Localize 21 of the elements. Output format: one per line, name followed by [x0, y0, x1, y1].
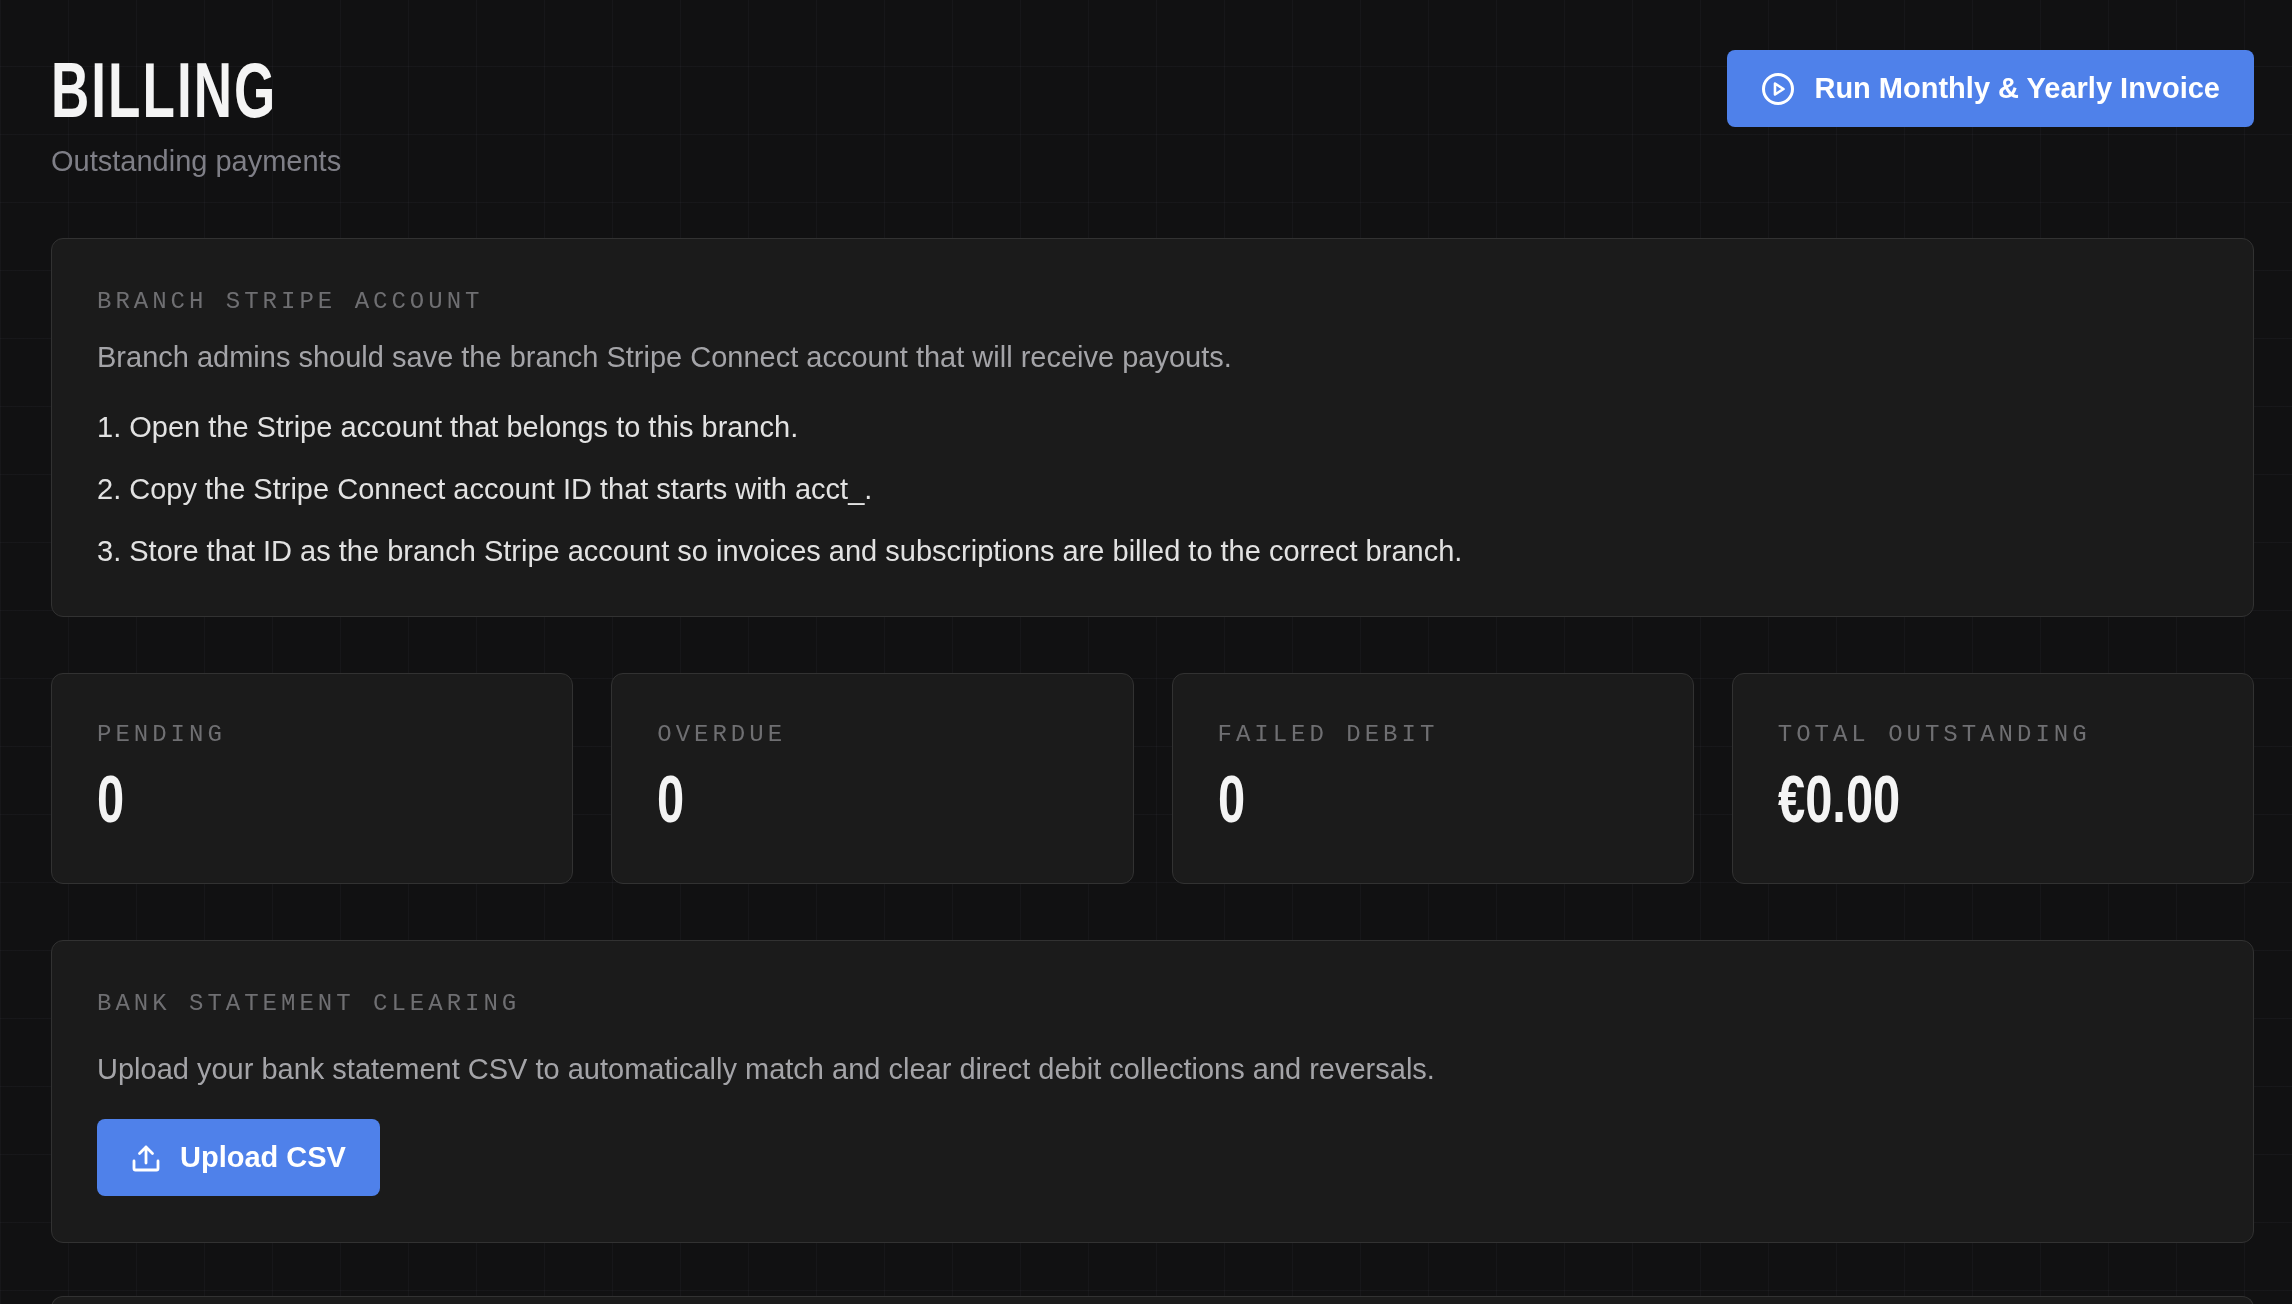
step-text: 2. Copy the Stripe Connect account ID that starts with acct_.: [97, 472, 874, 507]
card-heading: BRANCH STRIPE ACCOUNT: [97, 287, 485, 316]
stat-value: 0: [657, 766, 685, 832]
stat-value: €0.00: [1777, 766, 1900, 832]
stat-label: FAILED DEBIT: [1217, 720, 1440, 749]
page-subtitle: Outstanding payments: [51, 144, 342, 179]
run-invoice-button[interactable]: Run Monthly & Yearly Invoice: [1727, 50, 2254, 127]
page-title: BILLING: [51, 51, 278, 129]
card-description: Branch admins should save the branch Stripe Connect account that will receive payouts.: [97, 340, 1233, 375]
card-description: Upload your bank statement CSV to automatically match and clear direct debit collections and reversals.: [97, 1052, 1436, 1087]
stat-value: 0: [1217, 766, 1245, 832]
card-heading: BANK STATEMENT CLEARING: [97, 989, 522, 1018]
stat-label: OVERDUE: [657, 720, 788, 749]
stat-label: TOTAL OUTSTANDING: [1777, 720, 2092, 749]
upload-icon: [132, 1143, 160, 1172]
upload-csv-button[interactable]: Upload CSV: [97, 1119, 380, 1196]
step-text: 3. Store that ID as the branch Stripe account so invoices and subscriptions are billed to the correct branch.: [97, 534, 1464, 569]
stat-value: 0: [97, 766, 125, 832]
play-circle-icon: [1762, 72, 1795, 105]
stat-label: PENDING: [97, 720, 227, 749]
step-text: 1. Open the Stripe account that belongs to this branch.: [97, 410, 800, 445]
